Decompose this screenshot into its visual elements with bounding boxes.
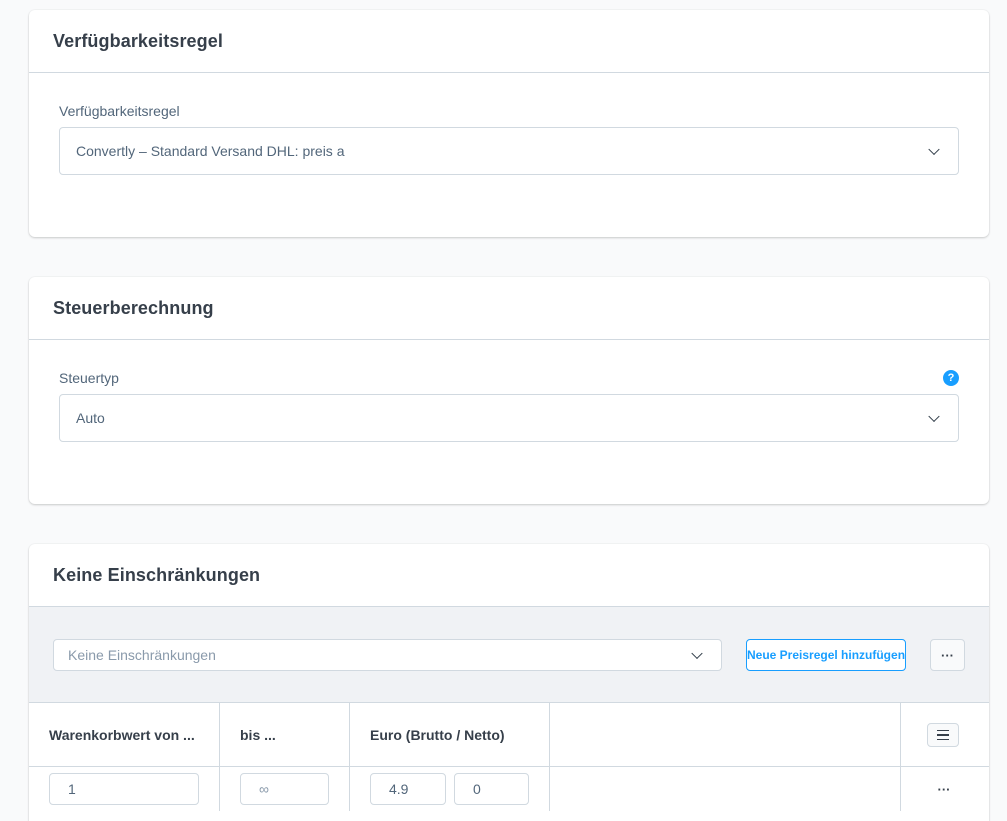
list-icon-line [937,734,949,736]
availability-card-header: Verfügbarkeitsregel [29,10,989,73]
tax-type-label: Steuertyp [59,370,119,386]
availability-rule-value: Convertly – Standard Versand DHL: preis … [76,143,345,159]
availability-card-title: Verfügbarkeitsregel [53,30,223,51]
column-header-to: bis ... [220,703,350,766]
cell-spacer [550,767,901,811]
column-header-from: Warenkorbwert von ... [29,703,220,766]
net-price-input[interactable]: 0 [454,773,529,805]
help-icon[interactable]: ? [943,370,959,386]
more-icon[interactable]: ··· [929,779,959,799]
from-input[interactable]: 1 [49,773,199,805]
column-header-price: Euro (Brutto / Netto) [350,703,550,766]
tax-type-value: Auto [76,410,105,426]
price-matrix-toolbar: Keine Einschränkungen Neue Preisregel hi… [29,606,989,703]
cell-price: 4.9 0 [350,767,550,811]
price-matrix-card-title: Keine Einschränkungen [53,565,261,585]
availability-card: Verfügbarkeitsregel Verfügbarkeitsregel … [29,10,989,237]
gross-price-input[interactable]: 4.9 [370,773,446,805]
add-price-rule-button[interactable]: Neue Preisregel hinzufügen [746,639,906,671]
column-header-to-label: bis ... [240,726,276,743]
availability-rule-label: Verfügbarkeitsregel [59,103,180,119]
column-header-from-label: Warenkorbwert von ... [49,726,195,743]
chevron-down-icon [691,647,703,660]
column-header-price-label: Euro (Brutto / Netto) [370,726,505,743]
table-row: 1 ∞ 4.9 0 ··· [29,767,989,811]
price-grid-header: Warenkorbwert von ... bis ... Euro (Brut… [29,703,989,767]
tax-type-select[interactable]: Auto [59,394,959,442]
to-input[interactable]: ∞ [240,773,329,805]
tax-card-header: Steuerberechnung [29,277,989,340]
tax-card-title: Steuerberechnung [53,297,214,318]
price-matrix-card-header: Keine Einschränkungen [29,544,989,607]
price-matrix-card: Keine Einschränkungen Keine Einschränkun… [29,544,989,821]
chevron-down-icon [928,410,940,423]
tax-card: Steuerberechnung Steuertyp ? Auto [29,277,989,504]
rule-select-value: Keine Einschränkungen [68,647,216,663]
availability-rule-select[interactable]: Convertly – Standard Versand DHL: preis … [59,127,959,175]
list-icon-line [937,729,949,732]
list-icon-line [937,738,949,741]
rule-select[interactable]: Keine Einschränkungen [53,639,722,671]
column-settings-button[interactable] [927,723,959,747]
chevron-down-icon [928,143,940,156]
cell-from: 1 [29,767,220,811]
column-header-spacer [550,703,901,766]
more-icon[interactable]: ··· [930,639,965,671]
cell-to: ∞ [220,767,350,811]
